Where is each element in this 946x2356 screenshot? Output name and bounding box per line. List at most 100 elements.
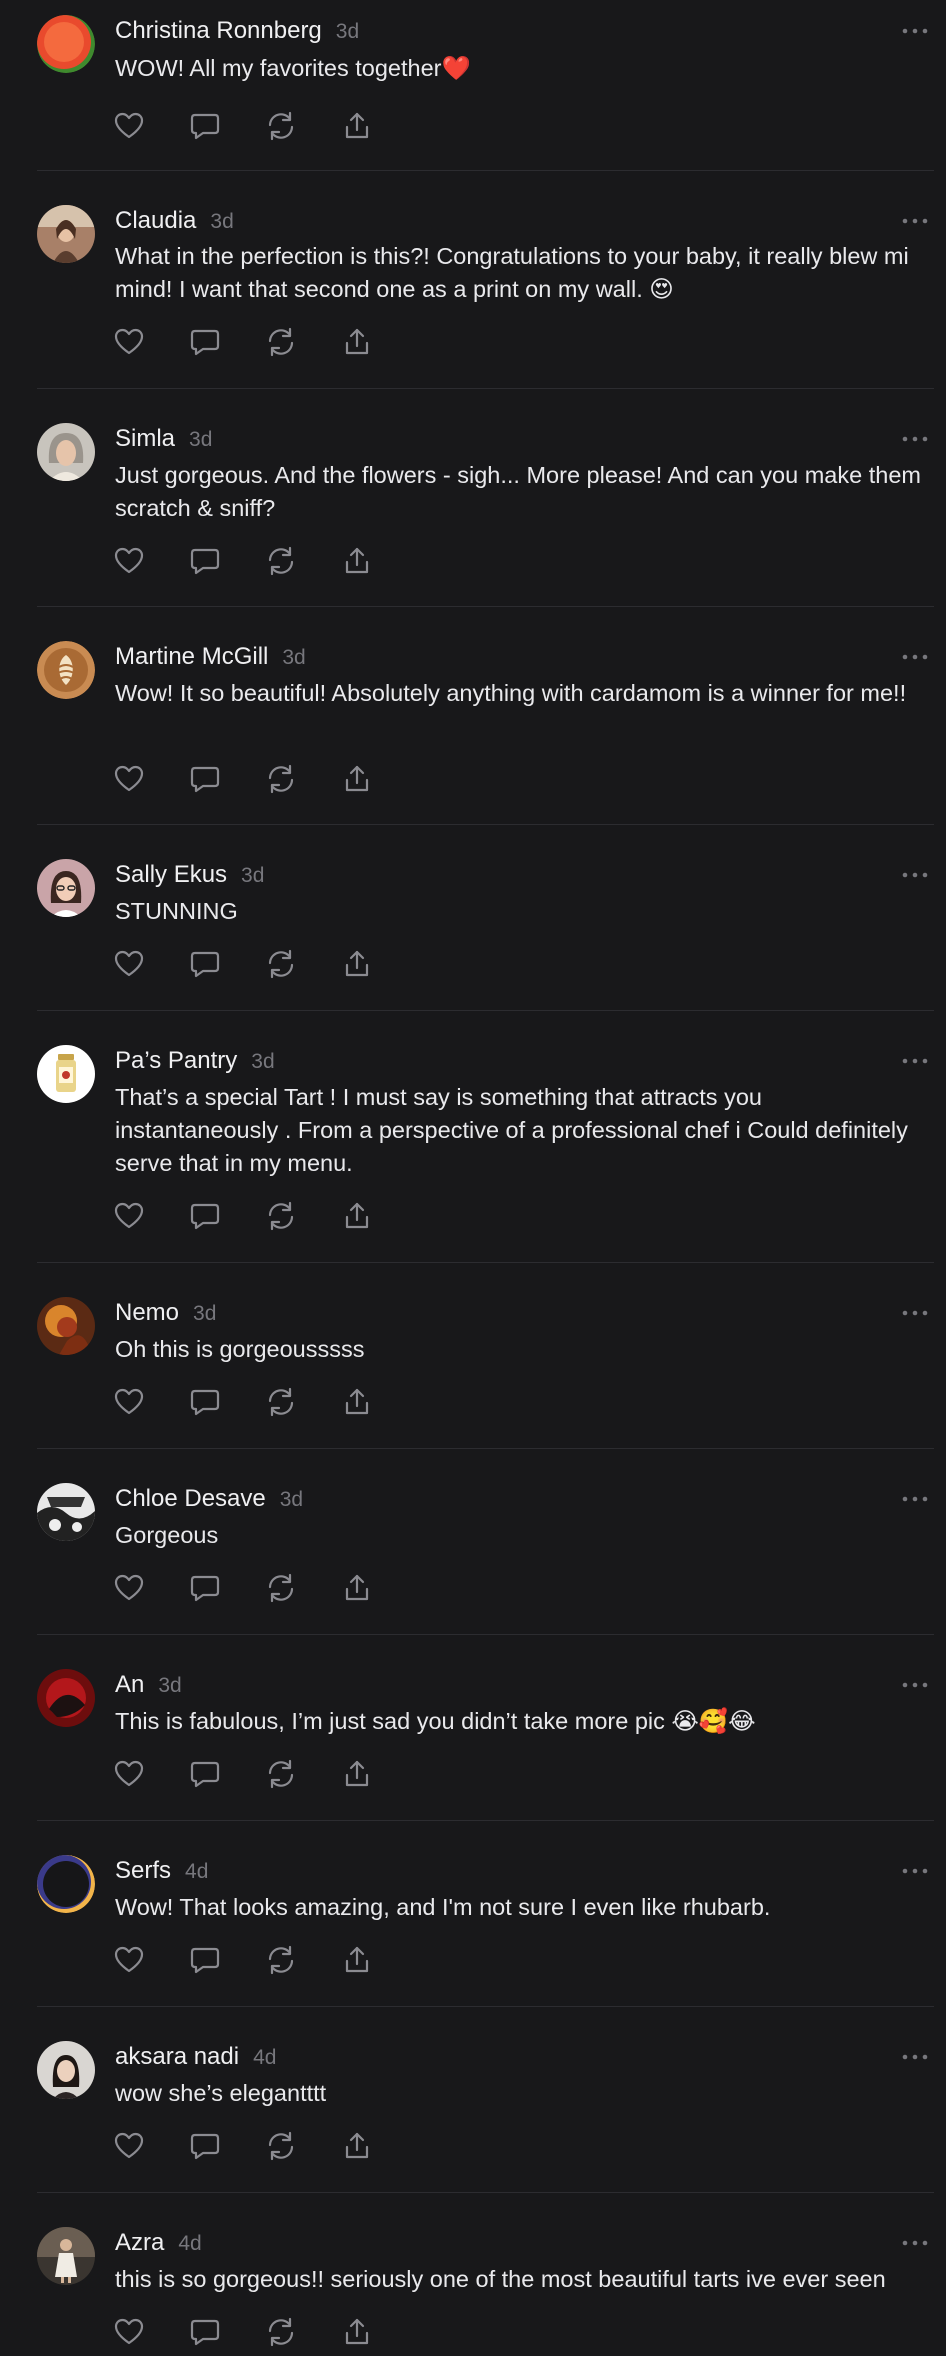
author-name[interactable]: Claudia bbox=[115, 207, 196, 234]
avatar[interactable] bbox=[37, 1045, 95, 1103]
avatar[interactable] bbox=[37, 2227, 95, 2285]
share-button[interactable] bbox=[341, 1572, 373, 1604]
like-button[interactable] bbox=[113, 1758, 145, 1790]
avatar[interactable] bbox=[37, 1297, 95, 1355]
restack-icon bbox=[265, 948, 297, 980]
like-button[interactable] bbox=[113, 1572, 145, 1604]
restack-button[interactable] bbox=[265, 948, 297, 980]
restack-button[interactable] bbox=[265, 1386, 297, 1418]
restack-button[interactable] bbox=[265, 1758, 297, 1790]
avatar[interactable] bbox=[37, 423, 95, 481]
author-name[interactable]: Sally Ekus bbox=[115, 861, 227, 888]
restack-icon bbox=[265, 326, 297, 358]
more-options-icon[interactable] bbox=[898, 1300, 932, 1326]
like-button[interactable] bbox=[113, 1200, 145, 1232]
author-name[interactable]: Pa’s Pantry bbox=[115, 1047, 237, 1074]
share-button[interactable] bbox=[341, 1758, 373, 1790]
comment-header: Simla 3d bbox=[115, 424, 212, 455]
like-button[interactable] bbox=[113, 2316, 145, 2348]
share-button[interactable] bbox=[341, 1944, 373, 1976]
reply-button[interactable] bbox=[189, 1758, 221, 1790]
more-options-icon[interactable] bbox=[898, 644, 932, 670]
avatar[interactable] bbox=[37, 2041, 95, 2099]
like-button[interactable] bbox=[113, 948, 145, 980]
like-button[interactable] bbox=[113, 1386, 145, 1418]
comment-item: Azra 4d this is so gorgeous!! seriously on… bbox=[0, 2212, 946, 2356]
reply-button[interactable] bbox=[189, 1200, 221, 1232]
author-name[interactable]: Chloe Desave bbox=[115, 1485, 266, 1512]
more-options-icon[interactable] bbox=[898, 208, 932, 234]
avatar[interactable] bbox=[37, 1855, 95, 1913]
avatar[interactable] bbox=[37, 641, 95, 699]
share-button[interactable] bbox=[341, 948, 373, 980]
reply-icon bbox=[189, 1572, 221, 1604]
author-name[interactable]: Martine McGill bbox=[115, 643, 268, 670]
like-button[interactable] bbox=[113, 110, 145, 142]
comment-text: Gorgeous bbox=[115, 1522, 219, 1548]
author-name[interactable]: An bbox=[115, 1671, 144, 1698]
more-options-icon[interactable] bbox=[898, 862, 932, 888]
author-name[interactable]: Christina Ronnberg bbox=[115, 17, 322, 44]
like-button[interactable] bbox=[113, 763, 145, 795]
reply-button[interactable] bbox=[189, 545, 221, 577]
more-options-icon[interactable] bbox=[898, 1672, 932, 1698]
more-options-icon[interactable] bbox=[898, 2230, 932, 2256]
restack-button[interactable] bbox=[265, 110, 297, 142]
reply-icon bbox=[189, 1758, 221, 1790]
avatar[interactable] bbox=[37, 1483, 95, 1541]
divider bbox=[37, 1448, 934, 1449]
like-button[interactable] bbox=[113, 2130, 145, 2162]
share-button[interactable] bbox=[341, 1200, 373, 1232]
restack-button[interactable] bbox=[265, 1944, 297, 1976]
avatar[interactable] bbox=[37, 15, 95, 73]
restack-button[interactable] bbox=[265, 763, 297, 795]
share-button[interactable] bbox=[341, 2130, 373, 2162]
more-options-icon[interactable] bbox=[898, 2044, 932, 2070]
avatar[interactable] bbox=[37, 205, 95, 263]
avatar[interactable] bbox=[37, 859, 95, 917]
divider bbox=[37, 388, 934, 389]
comment-text: That’s a special Tart ! I must say is so… bbox=[115, 1084, 908, 1176]
restack-button[interactable] bbox=[265, 545, 297, 577]
share-button[interactable] bbox=[341, 326, 373, 358]
timestamp: 3d bbox=[193, 1302, 217, 1325]
share-button[interactable] bbox=[341, 545, 373, 577]
author-name[interactable]: Simla bbox=[115, 425, 175, 452]
author-name[interactable]: Nemo bbox=[115, 1299, 179, 1326]
restack-button[interactable] bbox=[265, 1572, 297, 1604]
reply-button[interactable] bbox=[189, 2130, 221, 2162]
restack-button[interactable] bbox=[265, 2130, 297, 2162]
share-button[interactable] bbox=[341, 1386, 373, 1418]
restack-button[interactable] bbox=[265, 326, 297, 358]
share-button[interactable] bbox=[341, 763, 373, 795]
reply-button[interactable] bbox=[189, 763, 221, 795]
comment-item: Simla 3d Just gorgeous. And the flowers - … bbox=[0, 408, 946, 606]
heart-icon bbox=[113, 1944, 145, 1976]
reply-button[interactable] bbox=[189, 326, 221, 358]
reply-button[interactable] bbox=[189, 948, 221, 980]
author-name[interactable]: Serfs bbox=[115, 1857, 171, 1884]
like-button[interactable] bbox=[113, 1944, 145, 1976]
author-name[interactable]: aksara nadi bbox=[115, 2043, 239, 2070]
reply-button[interactable] bbox=[189, 110, 221, 142]
like-button[interactable] bbox=[113, 326, 145, 358]
more-options-icon[interactable] bbox=[898, 1858, 932, 1884]
comment-item: Claudia 3d What in the perfection is this?… bbox=[0, 190, 946, 388]
reply-button[interactable] bbox=[189, 1944, 221, 1976]
share-icon bbox=[341, 948, 373, 980]
more-options-icon[interactable] bbox=[898, 1048, 932, 1074]
share-button[interactable] bbox=[341, 110, 373, 142]
avatar[interactable] bbox=[37, 1669, 95, 1727]
more-options-icon[interactable] bbox=[898, 426, 932, 452]
author-name[interactable]: Azra bbox=[115, 2229, 164, 2256]
reply-button[interactable] bbox=[189, 1572, 221, 1604]
share-icon bbox=[341, 326, 373, 358]
more-options-icon[interactable] bbox=[898, 1486, 932, 1512]
share-button[interactable] bbox=[341, 2316, 373, 2348]
restack-button[interactable] bbox=[265, 2316, 297, 2348]
reply-button[interactable] bbox=[189, 1386, 221, 1418]
reply-button[interactable] bbox=[189, 2316, 221, 2348]
like-button[interactable] bbox=[113, 545, 145, 577]
restack-button[interactable] bbox=[265, 1200, 297, 1232]
more-options-icon[interactable] bbox=[898, 18, 932, 44]
